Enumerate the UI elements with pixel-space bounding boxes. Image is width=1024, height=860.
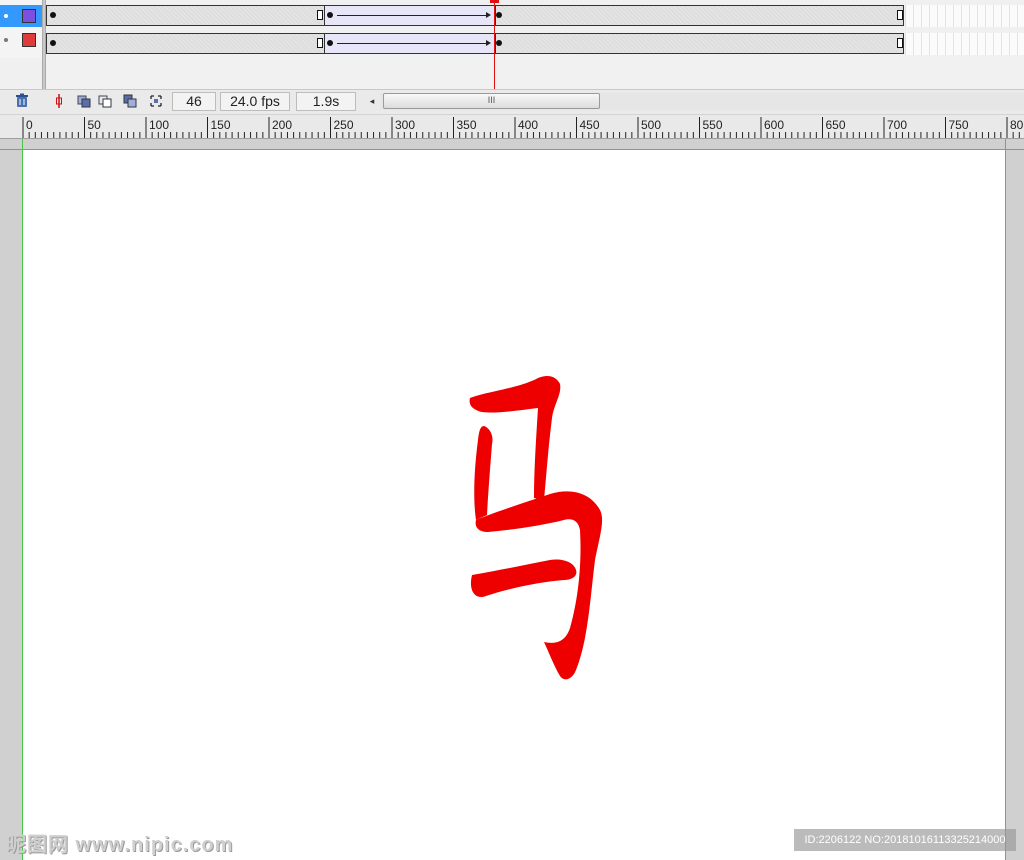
frame-end-marker[interactable]	[897, 10, 903, 20]
empty-frames[interactable]	[905, 33, 1024, 55]
ruler-label: 350	[457, 118, 477, 132]
ruler-label: 750	[949, 118, 969, 132]
frame-end-marker[interactable]	[897, 38, 903, 48]
timeline-empty-area	[46, 54, 1024, 90]
ruler-label: 400	[518, 118, 538, 132]
stroke-bottom-horizontal	[470, 559, 577, 598]
frame-rate-field[interactable]: 24.0 fps	[220, 92, 290, 111]
layer-list	[0, 0, 42, 58]
modify-onion-markers-icon[interactable]	[148, 93, 164, 109]
layer-visibility-dot[interactable]	[4, 38, 8, 42]
ruler-label: 100	[149, 118, 169, 132]
keyframe[interactable]	[50, 40, 56, 46]
stroke-left-vertical	[474, 426, 493, 520]
layer-row-1[interactable]	[0, 5, 42, 27]
horizontal-ruler: 0 50 100 150 200 250 300 350 400 450 500 550 600 650 7…	[0, 115, 1024, 139]
elapsed-time-field: 1.9s	[296, 92, 356, 111]
center-frame-icon[interactable]	[51, 93, 67, 109]
keyframe[interactable]	[496, 40, 502, 46]
motion-tween[interactable]	[324, 6, 502, 25]
guide-line-vertical-left[interactable]	[22, 139, 23, 860]
ruler-label: 300	[395, 118, 415, 132]
ruler-label: 50	[88, 118, 102, 132]
tween-arrow	[337, 40, 491, 46]
ruler-ticks: 0 50 100 150 200 250 300 350 400 450 500 550 600 650 7…	[22, 117, 1024, 138]
ruler-label: 200	[272, 118, 292, 132]
keyframe[interactable]	[327, 40, 333, 46]
ruler-label: 150	[211, 118, 231, 132]
onion-skin-outline-icon[interactable]	[97, 93, 113, 109]
keyframe[interactable]	[496, 12, 502, 18]
edit-multiple-frames-icon[interactable]	[122, 93, 138, 109]
layer-outline-color-swatch[interactable]	[22, 33, 36, 47]
character-shape[interactable]	[440, 370, 620, 690]
motion-tween[interactable]	[324, 34, 502, 53]
ruler-label: 600	[764, 118, 784, 132]
watermark-logo: 昵图网 www.nipic.com	[6, 834, 234, 856]
ruler-label: 250	[334, 118, 354, 132]
layer-visibility-dot[interactable]	[4, 14, 8, 18]
guide-line-vertical-right[interactable]	[1005, 139, 1006, 860]
ruler-label: 500	[641, 118, 661, 132]
watermark-id: ID:2206122 NO:20181016113325214000	[794, 829, 1016, 851]
ruler-label: 0	[26, 118, 33, 132]
timeline-status-bar: 46 24.0 fps 1.9s ◂ III	[0, 89, 1024, 114]
ruler-label: 450	[580, 118, 600, 132]
playhead[interactable]	[494, 0, 495, 90]
ruler-label: 550	[703, 118, 723, 132]
empty-frames[interactable]	[905, 5, 1024, 27]
frame-end-marker[interactable]	[317, 10, 323, 20]
guide-line-horizontal[interactable]	[0, 149, 1024, 150]
onion-skin-icon[interactable]	[76, 93, 92, 109]
timeline-panel: 46 24.0 fps 1.9s ◂ III	[0, 0, 1024, 114]
trash-icon[interactable]	[14, 93, 30, 109]
layer-outline-color-swatch[interactable]	[22, 9, 36, 23]
frame-end-marker[interactable]	[317, 38, 323, 48]
keyframe[interactable]	[327, 12, 333, 18]
character-ma-drawing[interactable]	[440, 370, 620, 690]
ruler-label: 700	[887, 118, 907, 132]
timeline-scroll-thumb[interactable]: III	[383, 93, 600, 109]
tween-arrow	[337, 12, 491, 18]
keyframe[interactable]	[50, 12, 56, 18]
ruler-label: 80	[1010, 118, 1024, 132]
current-frame-field[interactable]: 46	[172, 92, 216, 111]
ruler-label: 650	[826, 118, 846, 132]
frame-track-layer-1[interactable]	[46, 5, 904, 26]
layer-row-2[interactable]	[0, 29, 42, 51]
frame-track-layer-2[interactable]	[46, 33, 904, 54]
scroll-left-arrow-icon[interactable]: ◂	[365, 94, 379, 108]
